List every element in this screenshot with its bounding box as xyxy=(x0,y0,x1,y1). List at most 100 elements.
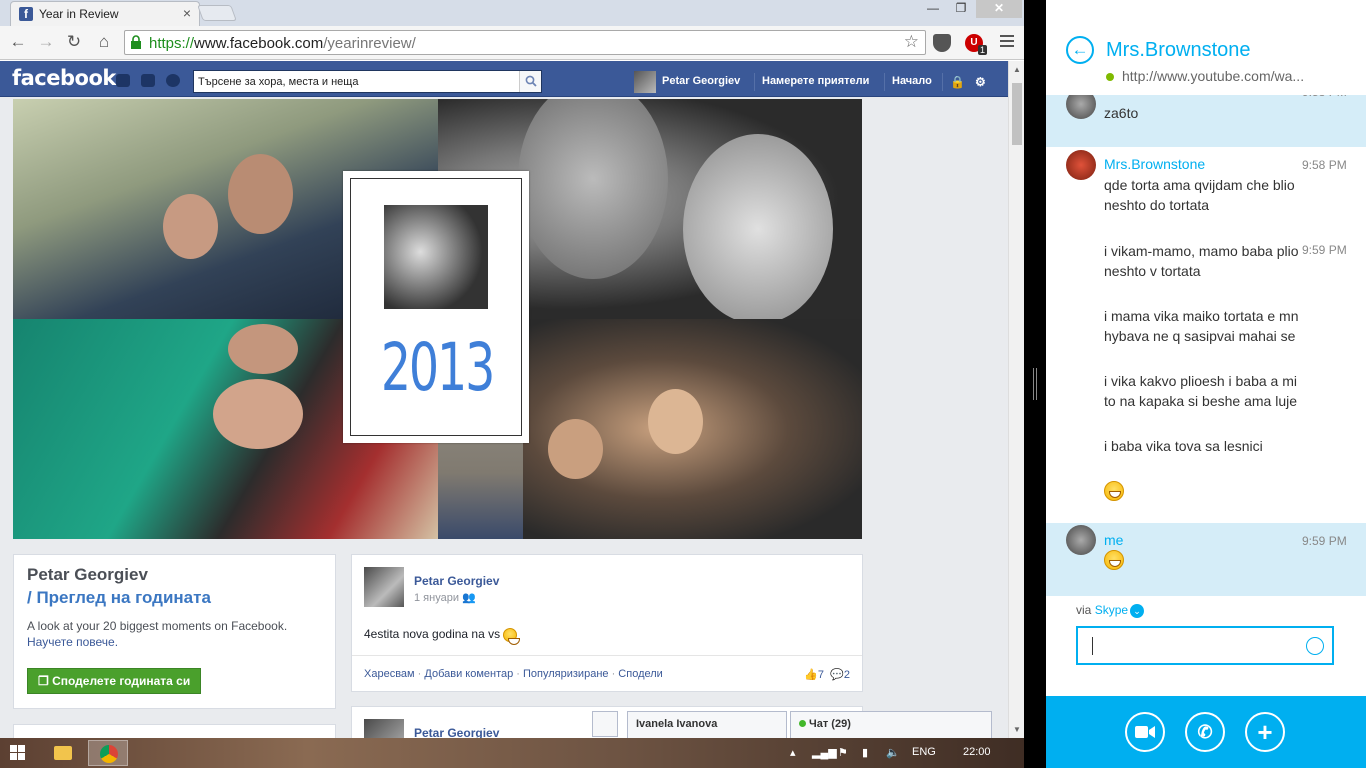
add-button[interactable]: + xyxy=(1245,712,1285,752)
divider-grip-handle[interactable] xyxy=(1033,368,1037,400)
post-date[interactable]: 1 януари 👥 xyxy=(414,591,476,604)
nav-find-friends[interactable]: Намерете приятели xyxy=(762,75,869,87)
nav-profile-name[interactable]: Petar Georgiev xyxy=(662,75,740,87)
chat-options-icon[interactable] xyxy=(592,711,618,737)
back-arrow-icon[interactable]: ← xyxy=(1066,36,1094,64)
battery-icon[interactable]: ▮ xyxy=(862,746,868,759)
promote-action[interactable]: Популяризиране xyxy=(523,668,609,680)
contact-mood-status: http://www.youtube.com/wa... xyxy=(1106,68,1304,84)
back-arrow-icon[interactable]: ← xyxy=(8,32,28,52)
forward-arrow-icon[interactable]: → xyxy=(36,32,56,52)
message-item: i baba vika tova sa lesnici xyxy=(1046,434,1366,464)
system-clock[interactable]: 22:00 xyxy=(963,746,991,758)
message-list[interactable]: me 9:58 PM za6to Mrs.Brownstone 9:58 PM … xyxy=(1046,82,1366,596)
scrollbar-thumb[interactable] xyxy=(1012,83,1022,145)
page-viewport: facebook Petar Georgiev Намерете приятел… xyxy=(0,61,1008,738)
like-action[interactable]: Харесвам xyxy=(364,668,415,680)
close-window-button[interactable]: ✕ xyxy=(976,0,1022,18)
pocket-extension-icon[interactable] xyxy=(933,34,951,52)
minimize-button[interactable]: — xyxy=(920,0,946,18)
maximize-button[interactable]: ❐ xyxy=(948,0,974,18)
chat-tab-label: Чат (29) xyxy=(809,718,851,730)
show-hidden-icons[interactable]: ▴ xyxy=(790,746,796,759)
sender-avatar xyxy=(1066,525,1096,555)
chrome-menu-icon[interactable] xyxy=(1000,35,1014,49)
message-time: 9:59 PM xyxy=(1302,243,1347,257)
photo-subject xyxy=(228,324,298,374)
notifications-globe-icon[interactable] xyxy=(166,74,180,87)
profile-name[interactable]: Petar Georgiev xyxy=(27,565,148,585)
chrome-window: f Year in Review × — ❐ ✕ ← → ↻ ⌂ https:/… xyxy=(0,0,1024,738)
browser-tab[interactable]: f Year in Review × xyxy=(10,1,200,26)
new-tab-button[interactable] xyxy=(197,5,237,21)
privacy-shortcuts-icon[interactable]: 🔒 xyxy=(950,75,965,89)
send-via-selector[interactable]: via Skype ⌄ xyxy=(1076,603,1145,618)
conversation-header: ← Mrs.Brownstone http://www.youtube.com/… xyxy=(1046,0,1366,95)
nav-home[interactable]: Начало xyxy=(892,75,932,87)
comment-action[interactable]: Добави коментар xyxy=(424,668,513,680)
folder-icon xyxy=(54,746,72,760)
settings-gear-icon[interactable]: ⚙ xyxy=(975,75,986,89)
year-in-review-collage: 2013 xyxy=(13,99,862,539)
chat-sidebar-tab[interactable]: Чат (29) xyxy=(790,711,992,738)
home-icon[interactable]: ⌂ xyxy=(94,32,114,52)
tab-close-icon[interactable]: × xyxy=(183,5,191,21)
message-text: qde torta ama qvijdam che blio neshto do… xyxy=(1104,177,1295,213)
year-label: 2013 xyxy=(380,329,495,406)
comments-count[interactable]: 2 xyxy=(844,669,850,681)
message-text: i baba vika tova sa lesnici xyxy=(1104,438,1263,454)
search-icon[interactable] xyxy=(519,71,541,92)
likes-thumb-icon: 👍 xyxy=(804,669,818,681)
input-language[interactable]: ENG xyxy=(912,746,936,758)
message-input[interactable] xyxy=(1076,626,1334,665)
start-windows-icon[interactable] xyxy=(10,745,26,761)
profile-avatar[interactable] xyxy=(634,71,656,93)
video-call-button[interactable] xyxy=(1125,712,1165,752)
reload-icon[interactable]: ↻ xyxy=(64,32,84,52)
volume-icon[interactable]: 🔈 xyxy=(886,746,900,759)
bookmark-star-icon[interactable]: ☆ xyxy=(904,32,919,52)
chrome-taskbar-icon[interactable] xyxy=(88,740,128,766)
phone-icon: ✆ xyxy=(1197,722,1213,742)
friend-requests-icon[interactable] xyxy=(116,74,130,87)
sender-avatar xyxy=(1066,150,1096,180)
action-center-flag-icon[interactable]: ⚑ xyxy=(838,746,848,759)
message-item xyxy=(1046,479,1366,509)
post-author[interactable]: Petar Georgiev xyxy=(414,574,499,588)
post-author-avatar[interactable] xyxy=(364,719,404,738)
network-signal-icon[interactable]: ▂▄▆ xyxy=(812,746,837,759)
likes-count[interactable]: 7 xyxy=(818,669,824,681)
tab-title: Year in Review xyxy=(39,7,119,21)
search-input[interactable] xyxy=(194,71,514,92)
adblock-count-badge: 1 xyxy=(978,45,988,55)
chevron-down-icon[interactable]: ⌄ xyxy=(1130,603,1145,618)
learn-more-link[interactable]: Научете повече. xyxy=(27,635,118,649)
address-bar[interactable]: https://www.facebook.com/yearinreview/ ☆ xyxy=(124,30,926,55)
photo-subject xyxy=(683,134,833,319)
snap-divider[interactable] xyxy=(1024,0,1046,768)
message-text: za6to xyxy=(1104,105,1139,121)
share-action[interactable]: Сподели xyxy=(618,668,663,680)
message-item: i mama vika maiko tortata e mn hybava ne… xyxy=(1046,304,1366,354)
photo-subject xyxy=(213,379,303,449)
comments-bubble-icon: 💬 xyxy=(830,669,844,681)
emoticon-picker-icon[interactable] xyxy=(1306,637,1324,655)
file-explorer-taskbar-icon[interactable] xyxy=(44,740,84,766)
facebook-logo[interactable]: facebook xyxy=(12,66,116,90)
chat-tab-friend[interactable]: Ivanela Ivanova xyxy=(627,711,787,738)
contact-name[interactable]: Mrs.Brownstone xyxy=(1106,39,1251,62)
post-author[interactable]: Petar Georgiev xyxy=(414,726,499,738)
collage-photo[interactable] xyxy=(523,319,862,539)
scroll-down-arrow-icon[interactable]: ▼ xyxy=(1013,725,1021,734)
scroll-up-arrow-icon[interactable]: ▲ xyxy=(1013,65,1021,74)
messages-icon[interactable] xyxy=(141,74,155,87)
description-text: A look at your 20 biggest moments on Fac… xyxy=(27,619,288,633)
page-scrollbar[interactable]: ▲ ▼ xyxy=(1008,61,1024,738)
nav-divider xyxy=(942,73,943,91)
photo-subject xyxy=(518,99,668,279)
share-year-button[interactable]: ❐ Споделете годината си xyxy=(27,668,202,694)
desktop: f Year in Review × — ❐ ✕ ← → ↻ ⌂ https:/… xyxy=(0,0,1366,768)
audio-call-button[interactable]: ✆ xyxy=(1185,712,1225,752)
post-author-avatar[interactable] xyxy=(364,567,404,607)
tab-strip: f Year in Review × — ❐ ✕ xyxy=(0,0,1024,26)
